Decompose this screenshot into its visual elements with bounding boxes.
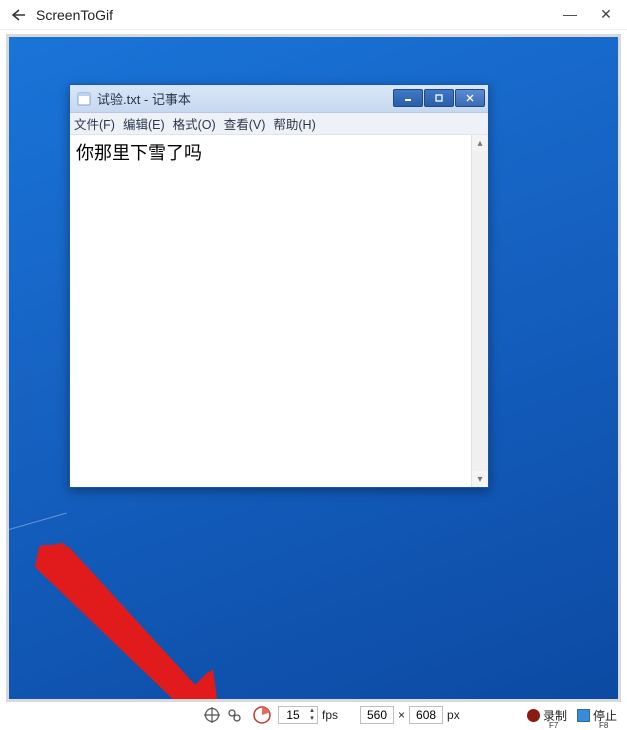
menu-edit[interactable]: 编辑(E): [123, 114, 165, 133]
notepad-window: 试验.txt - 记事本 文件(F) 编辑(E) 格式(O) 查看(V) 帮助(…: [69, 84, 489, 488]
spin-down-icon[interactable]: ▾: [307, 715, 317, 723]
notepad-minimize-button[interactable]: [393, 89, 423, 107]
menu-view[interactable]: 查看(V): [224, 114, 266, 133]
fps-label: fps: [322, 708, 338, 722]
fps-input[interactable]: [279, 707, 307, 723]
capture-area: 试验.txt - 记事本 文件(F) 编辑(E) 格式(O) 查看(V) 帮助(…: [6, 34, 621, 702]
notepad-title: 试验.txt - 记事本: [97, 89, 191, 108]
fps-spinner[interactable]: ▴▾: [307, 707, 317, 723]
scroll-up-icon[interactable]: ▴: [472, 135, 488, 151]
notepad-content: 你那里下雪了吗: [76, 143, 202, 163]
notepad-text-area[interactable]: 你那里下雪了吗 ▴ ▾: [70, 135, 488, 487]
menu-format[interactable]: 格式(O): [173, 114, 216, 133]
menu-help[interactable]: 帮助(H): [273, 114, 315, 133]
dimension-separator: ×: [398, 708, 405, 722]
back-arrow-icon[interactable]: [6, 4, 28, 26]
notepad-icon: [76, 91, 92, 107]
stop-icon: [577, 709, 590, 722]
stop-hotkey: F8: [599, 721, 608, 730]
record-button[interactable]: 录制 F7: [527, 707, 567, 724]
record-controls: 录制 F7 停止 F8: [527, 707, 621, 724]
app-title: ScreenToGif: [36, 7, 113, 23]
fps-input-group: ▴▾: [278, 706, 318, 724]
px-label: px: [447, 708, 460, 722]
settings-gear-icon[interactable]: [224, 705, 244, 725]
notepad-window-controls: [393, 85, 488, 112]
timer-icon[interactable]: [252, 705, 272, 725]
horizon-line: [9, 512, 67, 529]
notepad-close-button[interactable]: [455, 89, 485, 107]
minimize-button[interactable]: —: [561, 6, 579, 23]
annotation-arrow-icon: [29, 537, 229, 702]
menu-file[interactable]: 文件(F): [74, 114, 115, 133]
notepad-maximize-button[interactable]: [424, 89, 454, 107]
stop-button[interactable]: 停止 F8: [577, 707, 617, 724]
height-input[interactable]: [409, 706, 443, 724]
window-controls: — ✕: [561, 6, 621, 23]
scroll-down-icon[interactable]: ▾: [472, 471, 488, 487]
crosshair-icon[interactable]: [202, 705, 222, 725]
app-titlebar: ScreenToGif — ✕: [0, 0, 627, 30]
width-input[interactable]: [360, 706, 394, 724]
spin-up-icon[interactable]: ▴: [307, 707, 317, 715]
notepad-titlebar[interactable]: 试验.txt - 记事本: [70, 85, 488, 113]
close-button[interactable]: ✕: [597, 6, 615, 23]
record-icon: [527, 709, 540, 722]
recorder-toolbar: ▴▾ fps × px 录制 F7 停止 F8: [6, 704, 621, 726]
record-hotkey: F7: [549, 721, 558, 730]
notepad-scrollbar[interactable]: ▴ ▾: [471, 135, 488, 487]
notepad-menubar: 文件(F) 编辑(E) 格式(O) 查看(V) 帮助(H): [70, 113, 488, 135]
